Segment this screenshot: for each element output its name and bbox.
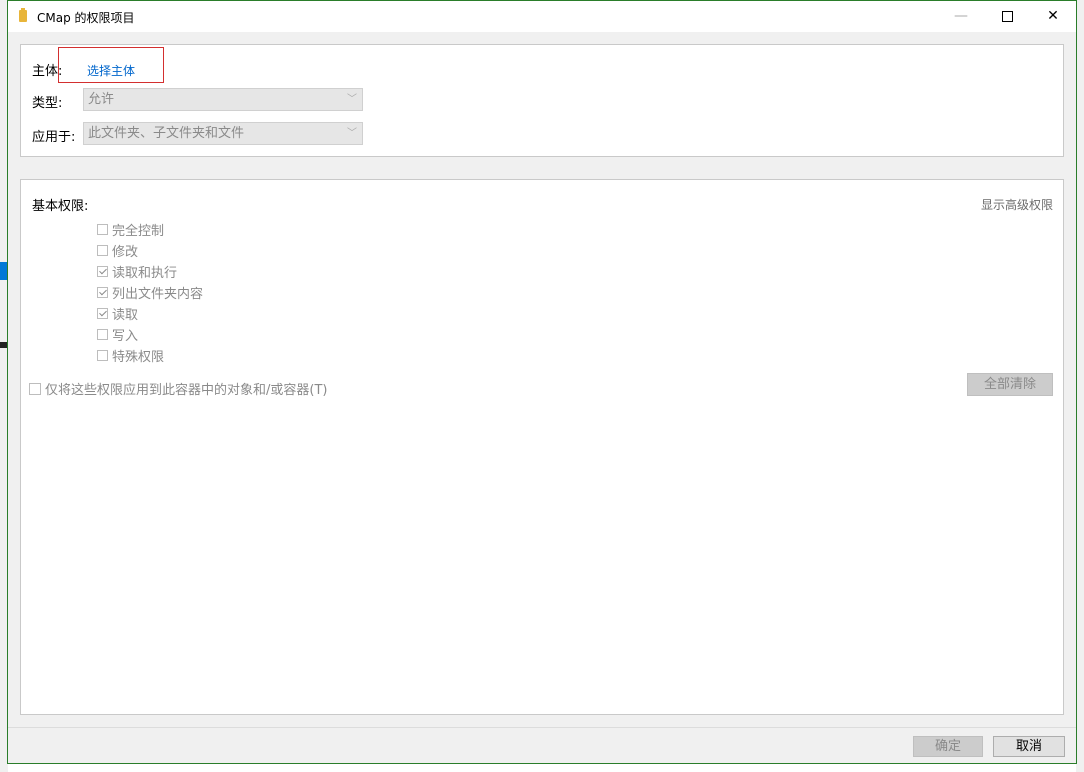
applies-to-combobox[interactable]: 此文件夹、子文件夹和文件 ﹀ [83,122,363,145]
permission-write[interactable]: 写入 [97,324,138,344]
principal-panel: 主体: 选择主体 类型: 允许 ﹀ 应用于: 此文件夹、子文件夹和文件 ﹀ [20,44,1064,157]
basic-permissions-label: 基本权限: [32,199,89,214]
minimize-button[interactable]: — [938,1,984,32]
background-window-right [1076,0,1084,772]
permission-read[interactable]: 读取 [97,303,138,323]
show-advanced-link[interactable]: 显示高级权限 [981,196,1053,213]
checkbox[interactable] [97,223,108,235]
apply-only-label: 仅将这些权限应用到此容器中的对象和/或容器(T) [45,383,328,398]
clear-all-button[interactable]: 全部清除 [967,373,1053,396]
permission-label: 修改 [112,244,139,260]
maximize-button[interactable] [984,1,1030,32]
permission-entry-dialog: CMap 的权限项目 — ✕ 主体: 选择主体 类型: 允许 ﹀ 应用于: 此文… [7,0,1077,764]
folder-icon [19,8,27,22]
permissions-panel: 基本权限: 显示高级权限 完全控制 修改 读取和执行 列出文件夹内容 读取 写入 [20,179,1064,715]
permission-full-control[interactable]: 完全控制 [97,219,164,239]
permission-label: 完全控制 [112,223,165,239]
apply-only-checkbox[interactable] [29,382,41,395]
footer-divider [8,727,1076,728]
permission-label: 读取 [112,307,139,323]
type-combobox[interactable]: 允许 ﹀ [83,88,363,111]
permission-special[interactable]: 特殊权限 [97,345,164,365]
checkbox[interactable] [97,307,108,319]
chevron-down-icon: ﹀ [347,128,357,139]
type-label: 类型: [32,96,63,111]
permission-label: 列出文件夹内容 [112,286,204,302]
select-principal-link[interactable]: 选择主体 [87,62,135,79]
close-button[interactable]: ✕ [1030,1,1076,32]
maximize-icon [1001,10,1013,22]
type-value: 允许 [88,92,115,107]
checkbox[interactable] [97,265,108,277]
permission-read-execute[interactable]: 读取和执行 [97,261,177,281]
window-title: CMap 的权限项目 [37,11,135,25]
ok-button[interactable]: 确定 [913,736,983,757]
permission-label: 读取和执行 [112,265,178,281]
apply-only-option[interactable]: 仅将这些权限应用到此容器中的对象和/或容器(T) [29,379,327,398]
checkbox[interactable] [97,328,108,340]
applies-to-label: 应用于: [32,130,76,145]
cancel-button[interactable]: 取消 [993,736,1065,757]
title-bar: CMap 的权限项目 — ✕ [8,1,1076,32]
permission-modify[interactable]: 修改 [97,240,138,260]
checkbox[interactable] [97,244,108,256]
chevron-down-icon: ﹀ [347,94,357,105]
checkbox[interactable] [97,286,108,298]
permission-label: 特殊权限 [112,349,165,365]
permission-label: 写入 [112,328,139,344]
checkbox[interactable] [97,349,108,361]
applies-to-value: 此文件夹、子文件夹和文件 [88,126,245,141]
permission-list-folder[interactable]: 列出文件夹内容 [97,282,203,302]
